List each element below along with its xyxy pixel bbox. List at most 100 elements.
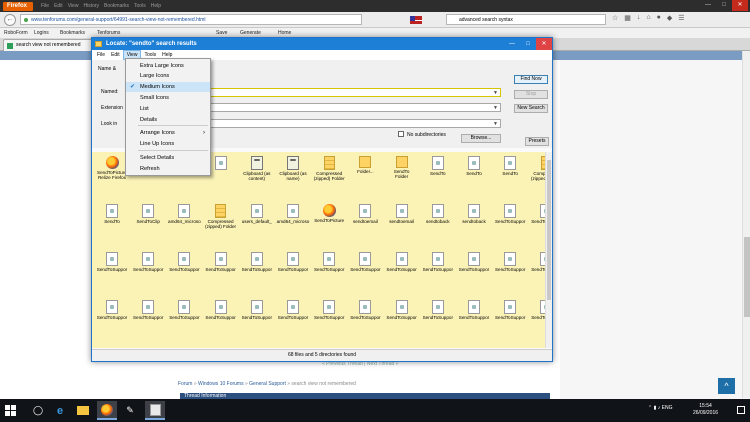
locate-menu-edit[interactable]: Edit xyxy=(108,50,123,60)
result-item[interactable]: SendToPicture xyxy=(311,202,347,240)
result-item[interactable]: SendToSuppor xyxy=(166,250,202,288)
close-icon[interactable]: ✕ xyxy=(732,0,748,11)
battery-icon[interactable]: ▮ xyxy=(654,405,657,411)
result-item[interactable]: SendToSuppor xyxy=(420,298,456,336)
search-icon[interactable]: ◯ xyxy=(28,401,48,420)
result-item[interactable]: SendToSuppor xyxy=(492,250,528,288)
result-item[interactable]: SendTo Folder xyxy=(384,154,420,192)
result-item[interactable]: ★SendToFavorit xyxy=(275,346,311,348)
chevron-down-icon[interactable]: ▼ xyxy=(493,105,498,111)
results-scrollbar-thumb[interactable] xyxy=(547,160,551,300)
result-item[interactable]: SendToSuppor xyxy=(275,250,311,288)
result-item[interactable]: SendToFolder xyxy=(311,346,347,348)
locate-taskbar-icon[interactable] xyxy=(145,401,165,420)
result-item[interactable]: SendToSuppor xyxy=(347,250,383,288)
result-item[interactable]: SendToSuppor xyxy=(94,250,130,288)
breadcrumb-forum[interactable]: Forum xyxy=(178,381,192,387)
result-item[interactable]: SendToQuick xyxy=(347,346,383,348)
maximize-icon[interactable]: □ xyxy=(520,38,536,50)
result-item[interactable]: SendToSuppor xyxy=(203,250,239,288)
view-menu-item[interactable]: Small Icons xyxy=(126,93,210,103)
menu-help[interactable]: Help xyxy=(151,3,161,9)
tab-name-location[interactable]: Name & xyxy=(98,66,116,72)
minimize-icon[interactable]: — xyxy=(504,38,520,50)
result-item[interactable]: SendToSuppor xyxy=(528,202,545,240)
result-item[interactable]: SendToSuppor xyxy=(94,298,130,336)
result-item[interactable]: SendToSuppor xyxy=(420,250,456,288)
result-item[interactable]: sendtoback xyxy=(456,202,492,240)
result-item[interactable]: SendToClip xyxy=(130,202,166,240)
result-item[interactable]: SendToSuppor xyxy=(311,298,347,336)
result-item[interactable]: users_default_ xyxy=(239,202,275,240)
result-item[interactable]: Compressed (zipped) Folder xyxy=(203,202,239,240)
back-arrow-icon[interactable]: ← xyxy=(4,14,16,26)
result-item[interactable]: SendToSuppor xyxy=(130,250,166,288)
bookmark-roboform[interactable]: RoboForm xyxy=(4,28,28,38)
notification-icon[interactable] xyxy=(737,406,745,414)
firefox-taskbar-icon[interactable] xyxy=(97,401,117,420)
result-item[interactable]: amd64_microso xyxy=(275,202,311,240)
breadcrumb-general-support[interactable]: General Support xyxy=(249,381,286,387)
start-windows-icon[interactable] xyxy=(5,405,16,416)
result-item[interactable]: SendToSuppor xyxy=(311,250,347,288)
result-item[interactable]: sendtoemail xyxy=(384,202,420,240)
bookmark-logins[interactable]: Logins xyxy=(34,28,49,38)
result-item[interactable]: SendToClipboa xyxy=(130,346,166,348)
menu-history[interactable]: History xyxy=(83,3,99,9)
reading-list-icon[interactable]: ▦ xyxy=(624,14,631,22)
view-menu-item[interactable]: Arrange Icons › xyxy=(126,128,210,138)
result-item[interactable]: SendTo xyxy=(94,202,130,240)
bookmark-bookmarks[interactable]: Bookmarks xyxy=(60,28,85,38)
menu-file[interactable]: File xyxy=(41,3,49,9)
view-menu-item[interactable]: Line Up Icons xyxy=(126,139,210,149)
result-item[interactable]: SendToDefault xyxy=(239,346,275,348)
stop-button[interactable]: Stop xyxy=(514,90,548,99)
result-item[interactable]: amd64_microso xyxy=(166,202,202,240)
result-item[interactable]: SendToAdd xyxy=(94,346,130,348)
search-bar[interactable]: advanced search syntax xyxy=(446,14,606,25)
result-item[interactable]: SendToSuppor xyxy=(275,298,311,336)
view-menu-item[interactable]: Large Icons xyxy=(126,71,210,81)
result-item[interactable]: SendToSuppor xyxy=(239,250,275,288)
result-item[interactable]: SendToRecycl xyxy=(384,346,420,348)
result-item[interactable]: Compressed (zipped) Folder xyxy=(311,154,347,192)
app-taskbar-icon[interactable]: ✎ xyxy=(120,401,140,420)
hamburger-menu-icon[interactable]: ☰ xyxy=(678,14,684,22)
view-menu-item[interactable]: ✔ Medium Icons xyxy=(126,82,210,92)
result-item[interactable]: SendToRun xyxy=(456,346,492,348)
result-item[interactable]: SendToSuppor xyxy=(239,298,275,336)
result-item[interactable]: SendToSuppor xyxy=(456,250,492,288)
clock[interactable]: 15:54 26/09/2016 xyxy=(693,403,718,417)
back-to-top-icon[interactable]: ^ xyxy=(718,378,735,394)
minimize-icon[interactable]: — xyxy=(700,0,716,11)
presets-button[interactable]: Presets xyxy=(525,137,549,146)
result-item[interactable]: Compressed (zipped) Folder xyxy=(528,154,545,192)
result-item[interactable]: Folder... xyxy=(347,154,383,192)
results-scrollbar[interactable] xyxy=(545,152,552,348)
volume-icon[interactable]: ♪ xyxy=(658,405,661,411)
result-item[interactable]: SendToSuppor xyxy=(384,298,420,336)
maximize-icon[interactable]: □ xyxy=(716,0,732,11)
result-item[interactable]: Clipboard (as name) xyxy=(275,154,311,192)
result-item[interactable]: SendToSuppor xyxy=(166,298,202,336)
result-item[interactable]: SendToSuppor xyxy=(528,250,545,288)
locate-menu-file[interactable]: File xyxy=(94,50,108,60)
result-item[interactable]: SendTo xyxy=(420,154,456,192)
new-search-button[interactable]: New Search xyxy=(514,104,548,113)
addon-icon[interactable]: ● xyxy=(657,14,661,22)
edge-icon[interactable]: e xyxy=(50,401,70,420)
chevron-down-icon[interactable]: ▼ xyxy=(493,121,498,127)
result-item[interactable] xyxy=(528,346,545,348)
result-item[interactable]: SendToSuppor xyxy=(203,298,239,336)
chevron-up-icon[interactable]: ⌃ xyxy=(648,405,652,411)
site-identity-icon[interactable] xyxy=(24,18,28,22)
star-icon[interactable]: ☆ xyxy=(612,14,618,22)
menu-view[interactable]: View xyxy=(68,3,79,9)
menu-edit[interactable]: Edit xyxy=(54,3,63,9)
result-item[interactable]: SendToSuppor xyxy=(456,298,492,336)
view-menu-item[interactable]: List xyxy=(126,104,210,114)
result-item[interactable]: SendToClipbo xyxy=(166,346,202,348)
result-item[interactable]: sendtoemail xyxy=(347,202,383,240)
breadcrumb-win10[interactable]: Windows 10 Forums xyxy=(198,381,244,387)
view-menu-item[interactable]: Details xyxy=(126,115,210,125)
